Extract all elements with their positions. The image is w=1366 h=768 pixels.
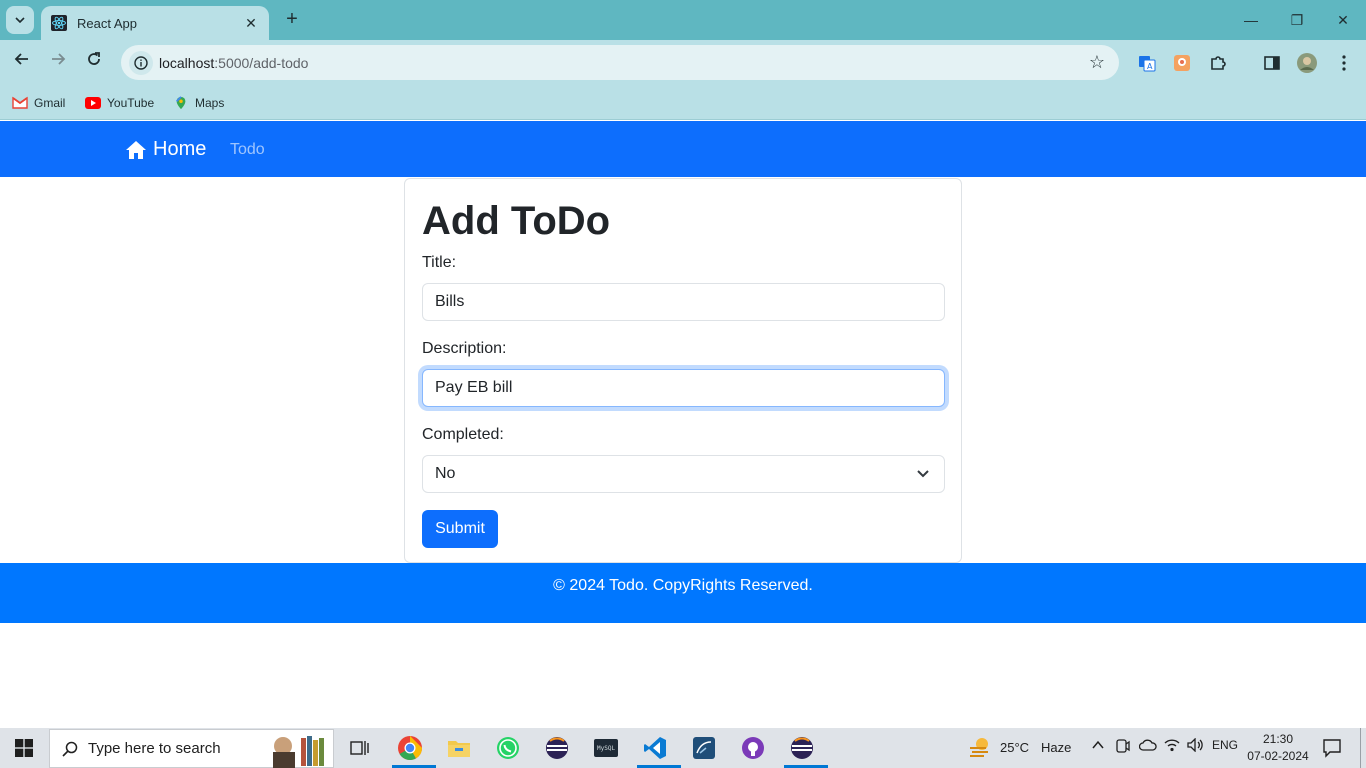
home-link[interactable]: Home [125,138,206,161]
completed-label: Completed: [422,426,504,443]
new-tab-icon[interactable]: + [282,9,302,30]
side-panel-icon[interactable] [1262,53,1282,73]
completed-select-value: No [435,465,456,482]
completed-select[interactable]: No [422,455,945,493]
svg-text:A: A [1147,62,1153,71]
browser-tabstrip: React App ✕ + — ❐ ✕ [0,0,1366,40]
gmail-icon [12,96,28,109]
weather-desc: Haze [1041,739,1072,755]
close-window-icon[interactable]: ✕ [1333,10,1353,30]
home-link-label: Home [153,138,207,160]
bookmarks-bar: Gmail YouTube Maps [0,86,1366,120]
show-desktop-button[interactable] [1360,728,1361,768]
taskbar-search-placeholder: Type here to search [88,740,221,757]
app-navbar: Home Todo [0,121,1366,177]
footer-text: © 2024 Todo. CopyRights Reserved. [553,577,813,594]
bookmark-gmail[interactable]: Gmail [12,93,65,113]
url-text: localhost:5000/add-todo [159,54,309,71]
mysql-workbench-icon[interactable] [684,732,724,764]
puzzle-extensions-icon[interactable] [1208,53,1228,73]
title-input[interactable] [422,283,945,321]
clock-date: 07-02-2024 [1247,749,1309,763]
bookmark-maps[interactable]: Maps [173,93,224,113]
todo-nav-link[interactable]: Todo [230,141,265,159]
browser-toolbar: localhost:5000/add-todo ☆ A [0,40,1366,86]
haze-weather-icon [970,738,988,757]
weather-widget[interactable]: 25°C Haze [968,736,1071,758]
add-todo-card: Add ToDo Title: Description: Completed: … [404,178,962,563]
eclipse-icon[interactable] [537,732,577,764]
taskbar-clock[interactable]: 21:30 07-02-2024 [1246,731,1310,765]
onedrive-icon[interactable] [1138,738,1157,755]
task-view-icon[interactable] [340,732,380,764]
tab-title: React App [77,15,137,31]
meet-now-icon[interactable] [1116,738,1130,757]
description-label: Description: [422,340,507,357]
react-icon [51,15,67,31]
address-bar[interactable]: localhost:5000/add-todo ☆ [121,45,1119,80]
home-icon [126,140,146,159]
volume-icon[interactable] [1187,737,1205,755]
file-explorer-icon[interactable] [439,732,479,764]
mysql-shell-icon[interactable]: MySQL [586,732,626,764]
whatsapp-icon[interactable] [488,732,528,764]
minimize-icon[interactable]: — [1241,10,1261,30]
youtube-icon [85,97,101,109]
show-hidden-icons-icon[interactable] [1091,738,1105,755]
clock-time: 21:30 [1262,732,1294,746]
svg-text:MySQL: MySQL [597,745,615,752]
submit-button[interactable]: Submit [422,510,498,548]
bookmark-youtube[interactable]: YouTube [85,93,154,113]
windows-taskbar: Type here to search MySQL 25°C Haze ENG … [0,728,1366,768]
github-desktop-icon[interactable] [733,732,773,764]
back-icon[interactable] [10,51,34,75]
search-icon [62,741,78,757]
chrome-taskbar-icon[interactable] [390,732,436,768]
translate-extension-icon[interactable]: A [1137,53,1157,73]
weather-temp: 25°C [1000,739,1030,755]
notification-icon[interactable] [1322,738,1342,763]
windows-start-icon[interactable] [0,728,48,768]
page-title: Add ToDo [422,199,611,243]
taskbar-search-box[interactable]: Type here to search [49,729,334,768]
title-label: Title: [422,254,457,271]
close-tab-icon[interactable]: ✕ [243,15,259,32]
maps-icon [176,96,186,110]
restore-icon[interactable]: ❐ [1287,10,1307,30]
wifi-icon[interactable] [1164,738,1180,755]
browser-tab[interactable]: React App ✕ [41,6,269,40]
chevron-down-icon [917,470,929,478]
vscode-icon[interactable] [635,732,681,768]
tab-search-button[interactable] [6,6,34,34]
language-indicator[interactable]: ENG [1212,738,1238,752]
site-info-icon[interactable] [129,51,153,75]
search-highlight-icon [273,736,324,768]
forward-icon[interactable] [46,51,70,75]
profile-avatar-icon[interactable] [1297,53,1317,73]
reload-icon[interactable] [82,51,106,75]
description-input[interactable] [422,369,945,407]
eclipse-ide-icon[interactable] [782,732,828,768]
app-footer: © 2024 Todo. CopyRights Reserved. [0,563,1366,623]
extension-icon[interactable] [1172,53,1192,73]
menu-kebab-icon[interactable] [1334,53,1354,73]
bookmark-star-icon[interactable]: ☆ [1089,52,1105,72]
